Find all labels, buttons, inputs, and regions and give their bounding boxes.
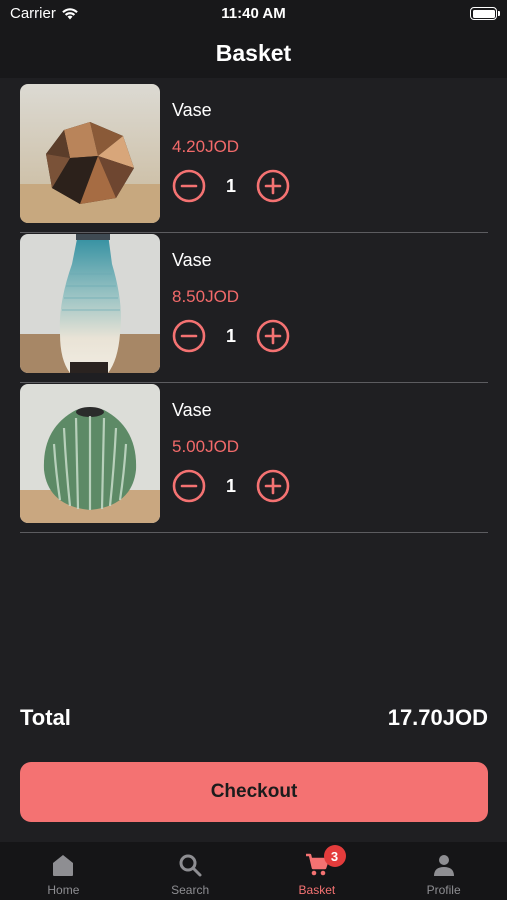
quantity-stepper: 1 (172, 169, 290, 203)
basket-list: Vase 4.20JOD 1 Vase 8.50JOD 1 Vase 5.00J… (20, 83, 488, 533)
decrease-button[interactable] (172, 319, 206, 353)
quantity-stepper: 1 (172, 319, 290, 353)
item-name: Vase (172, 250, 212, 270)
product-image[interactable] (20, 84, 160, 223)
total-value: 17.70JOD (387, 705, 488, 730)
status-bar: Carrier 11:40 AM (0, 0, 507, 28)
increase-button[interactable] (256, 469, 290, 503)
search-icon (179, 854, 202, 877)
status-time: 11:40 AM (221, 5, 286, 22)
product-image[interactable] (20, 384, 160, 523)
tab-bar: Home Search 3 Basket Profile (0, 842, 507, 900)
item-name: Vase (172, 400, 212, 420)
quantity-value: 1 (225, 175, 236, 196)
total-row: Total 17.70JOD (20, 705, 488, 731)
basket-item: Vase 8.50JOD 1 (20, 233, 488, 383)
tab-home[interactable]: Home (0, 842, 127, 900)
total-label: Total (20, 705, 71, 730)
increase-button[interactable] (256, 169, 290, 203)
increase-button[interactable] (256, 319, 290, 353)
quantity-value: 1 (225, 325, 236, 346)
basket-item: Vase 4.20JOD 1 (20, 83, 488, 233)
quantity-value: 1 (225, 475, 236, 496)
checkout-button[interactable]: Checkout (20, 762, 488, 822)
page-title: Basket (215, 39, 292, 66)
tab-label: Profile (426, 883, 461, 897)
tab-basket[interactable]: 3 Basket (254, 842, 381, 900)
item-name: Vase (172, 100, 212, 120)
item-price: 4.20JOD (172, 137, 240, 156)
tab-label: Search (171, 883, 210, 897)
basket-item: Vase 5.00JOD 1 (20, 383, 488, 533)
tab-label: Basket (298, 883, 336, 897)
item-price: 8.50JOD (172, 287, 240, 306)
nav-header: Basket (0, 28, 507, 78)
tab-search[interactable]: Search (127, 842, 254, 900)
home-icon (53, 855, 74, 876)
decrease-button[interactable] (172, 469, 206, 503)
cart-count-badge: 3 (323, 845, 346, 867)
item-price: 5.00JOD (172, 437, 240, 456)
decrease-button[interactable] (172, 169, 206, 203)
quantity-stepper: 1 (172, 469, 290, 503)
tab-label: Home (47, 883, 80, 897)
product-image[interactable] (20, 234, 160, 373)
person-icon (433, 855, 454, 876)
battery-icon (470, 7, 500, 20)
tab-profile[interactable]: Profile (380, 842, 507, 900)
